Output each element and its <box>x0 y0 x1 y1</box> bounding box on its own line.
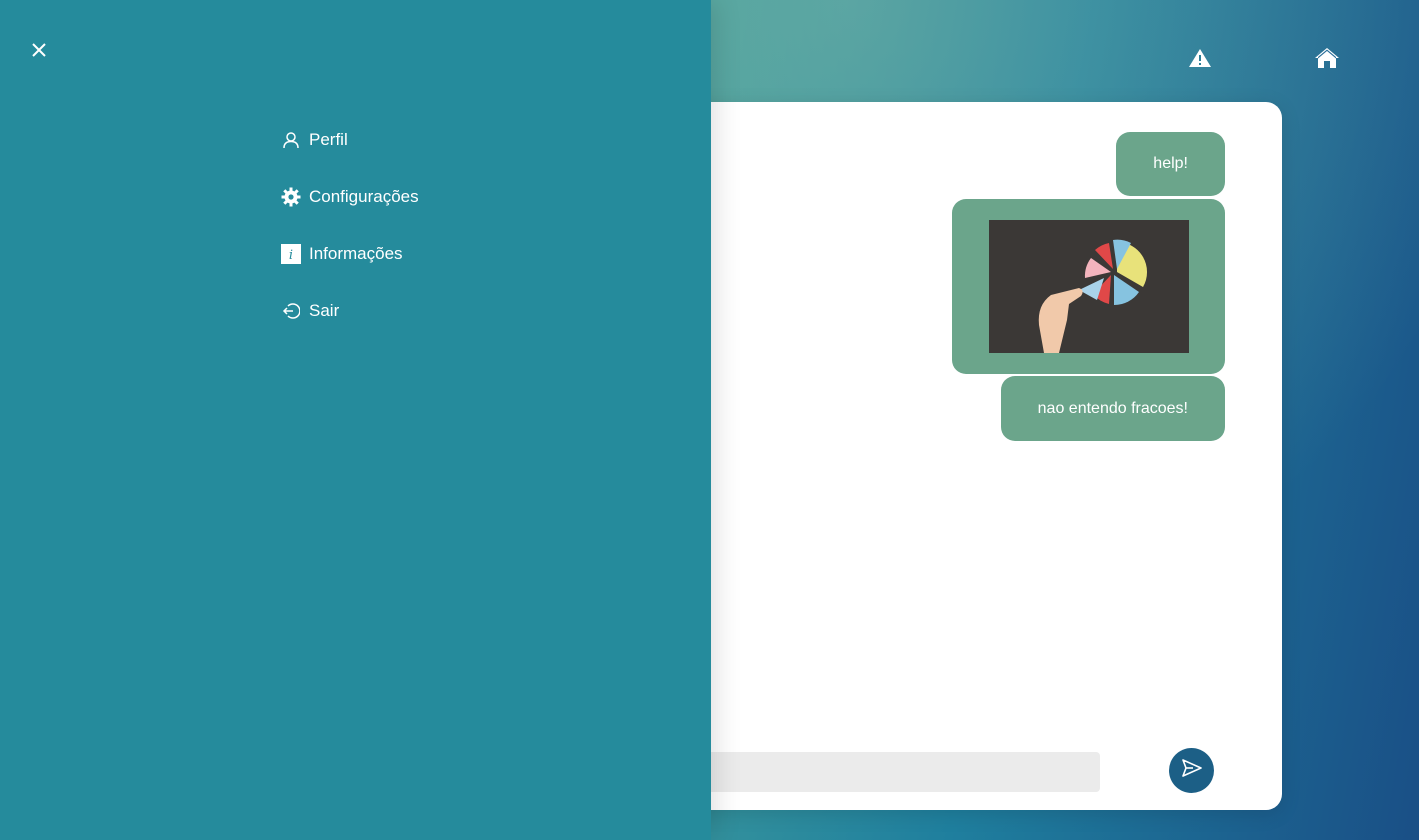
chat-message: help! <box>1116 132 1225 196</box>
logout-icon <box>280 301 301 322</box>
chat-image-message[interactable] <box>952 199 1225 374</box>
menu-item-perfil[interactable]: Perfil <box>280 128 419 152</box>
menu-item-label: Informações <box>309 244 403 263</box>
info-icon: i <box>280 244 301 265</box>
side-menu-panel: Perfil Configurações i Informações Sair <box>0 0 711 840</box>
menu-item-label: Perfil <box>309 130 348 149</box>
menu-item-label: Configurações <box>309 187 419 206</box>
close-menu-button[interactable] <box>29 42 49 62</box>
message-text: nao entendo fracoes! <box>1037 399 1188 417</box>
close-icon <box>31 42 47 63</box>
send-button[interactable] <box>1169 748 1214 793</box>
menu-item-configuracoes[interactable]: Configurações <box>280 185 419 209</box>
fraction-pie-photo <box>988 220 1189 353</box>
gear-icon <box>280 187 301 208</box>
svg-text:i: i <box>288 248 292 263</box>
menu-item-informacoes[interactable]: i Informações <box>280 242 419 266</box>
message-text: help! <box>1153 155 1188 172</box>
menu-item-sair[interactable]: Sair <box>280 299 419 323</box>
user-icon <box>280 130 301 151</box>
warning-icon[interactable] <box>1185 44 1215 72</box>
side-menu: Perfil Configurações i Informações Sair <box>280 128 419 356</box>
home-icon[interactable] <box>1312 44 1342 72</box>
chat-message: nao entendo fracoes! <box>1000 376 1225 441</box>
menu-item-label: Sair <box>309 301 340 320</box>
send-icon <box>1181 757 1203 784</box>
